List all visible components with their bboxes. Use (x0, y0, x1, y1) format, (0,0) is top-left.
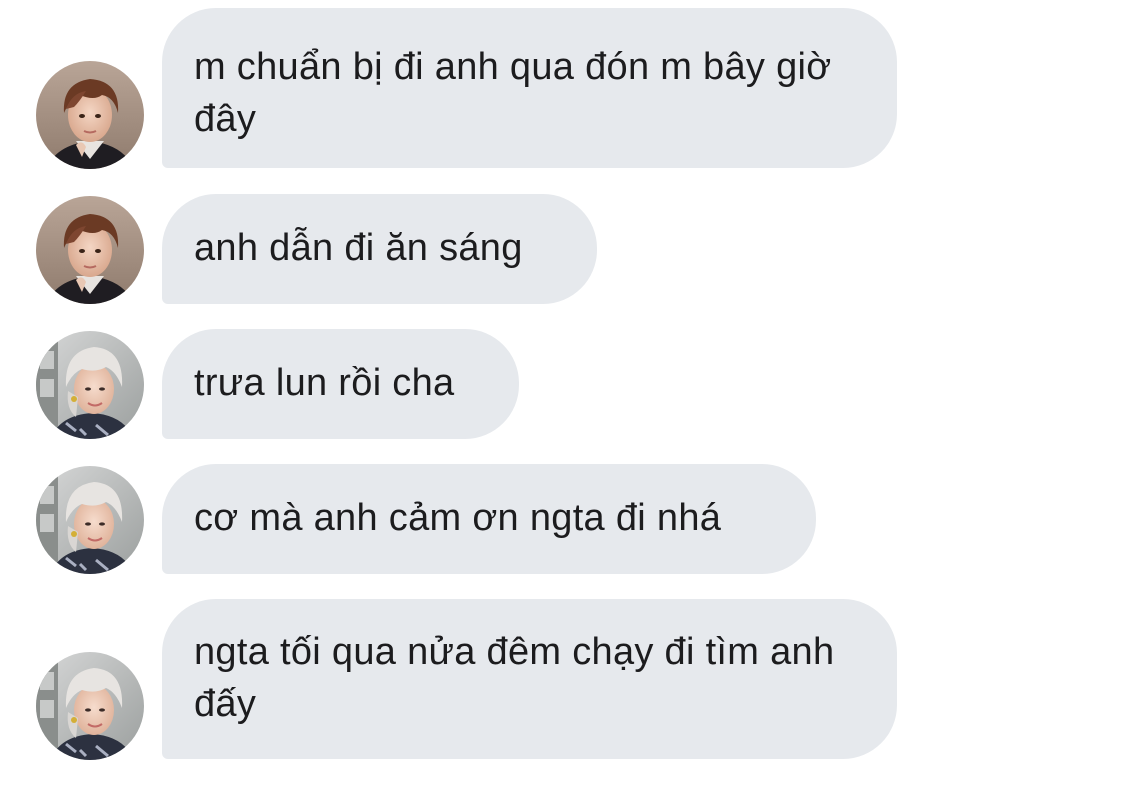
brown-hair-avatar-icon (36, 196, 144, 304)
avatar[interactable] (36, 331, 144, 439)
silver-hair-avatar-icon (36, 331, 144, 439)
avatar[interactable] (36, 196, 144, 304)
silver-hair-avatar-icon (36, 466, 144, 574)
brown-hair-avatar-icon (36, 61, 144, 169)
message-bubble[interactable]: cơ mà anh cảm ơn ngta đi nhá (162, 464, 816, 574)
message-bubble[interactable]: ngta tối qua nửa đêm chạy đi tìm anh đấy (162, 599, 897, 759)
avatar[interactable] (36, 652, 144, 760)
chat-thread: m chuẩn bị đi anh qua đón m bây giờ đây … (0, 0, 1125, 794)
silver-hair-avatar-icon (36, 652, 144, 760)
message-bubble[interactable]: anh dẫn đi ăn sáng (162, 194, 597, 304)
message-bubble[interactable]: trưa lun rồi cha (162, 329, 519, 439)
message-bubble[interactable]: m chuẩn bị đi anh qua đón m bây giờ đây (162, 8, 897, 168)
avatar[interactable] (36, 61, 144, 169)
avatar[interactable] (36, 466, 144, 574)
